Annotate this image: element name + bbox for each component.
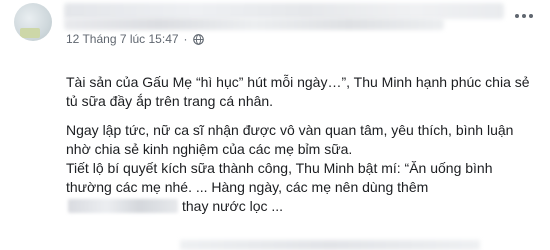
post-meta: 12 Tháng 7 lúc 15:47 · (66, 32, 204, 46)
post-timestamp[interactable]: 12 Tháng 7 lúc 15:47 (66, 32, 179, 46)
redacted-text (68, 199, 178, 213)
blurred-author-subtitle (64, 18, 444, 30)
avatar[interactable] (14, 3, 52, 41)
avatar-badge (20, 28, 40, 38)
post-paragraph-2: Ngay lập tức, nữ ca sĩ nhận được vô vàn … (66, 122, 514, 157)
globe-icon[interactable] (192, 33, 204, 45)
post-text: Tài sản của Gấu Mẹ “hì hục” hút mỗi ngày… (66, 73, 536, 216)
post-header: 12 Tháng 7 lúc 15:47 · (0, 0, 550, 70)
blurred-bottom-content (180, 240, 480, 250)
blurred-author-name (64, 3, 504, 19)
post-paragraph-1: Tài sản của Gấu Mẹ “hì hục” hút mỗi ngày… (66, 74, 530, 109)
post-paragraph-3-start: Tiết lộ bí quyết kích sữa thành công, Th… (66, 160, 493, 195)
post-paragraph-3-end: thay nước lọc ... (182, 198, 284, 214)
more-options-icon[interactable] (512, 8, 536, 24)
meta-separator: · (183, 32, 188, 46)
post-paragraph-3: Tiết lộ bí quyết kích sữa thành công, Th… (66, 159, 536, 216)
